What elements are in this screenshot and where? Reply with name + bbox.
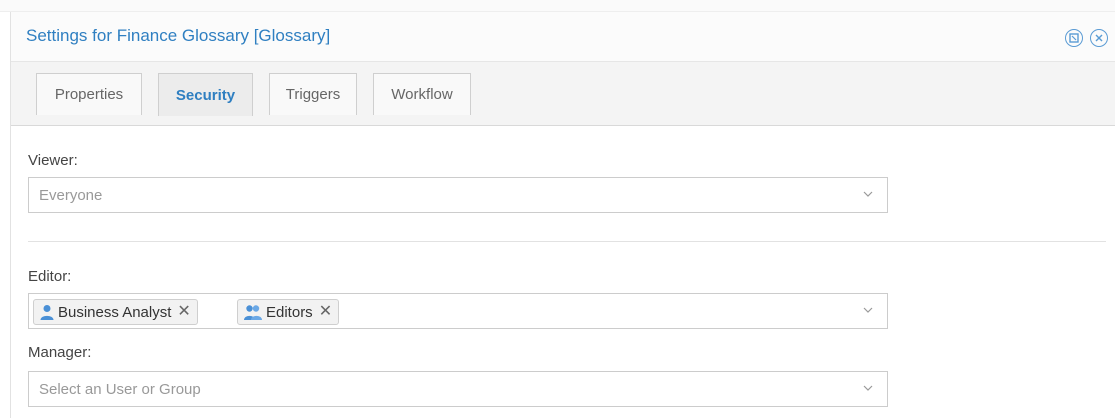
editor-label: Editor: (28, 268, 72, 285)
editor-select[interactable]: Business Analyst ✕ Editors ✕ (28, 293, 888, 329)
security-panel: Viewer: Everyone Editor: Business Analys… (11, 127, 1115, 418)
restore-button[interactable] (1065, 29, 1083, 47)
chevron-down-icon (863, 191, 873, 197)
close-icon (1095, 34, 1103, 42)
tab-label: Security (175, 86, 236, 104)
background-strip (0, 0, 1115, 12)
close-button[interactable] (1090, 29, 1108, 47)
group-icon (244, 305, 262, 320)
viewer-label: Viewer: (28, 152, 78, 169)
editor-chip-editors: Editors ✕ (237, 299, 340, 325)
chevron-down-icon (863, 385, 873, 391)
restore-icon (1069, 33, 1079, 43)
dialog-title: Settings for Finance Glossary [Glossary] (26, 26, 331, 45)
user-icon (40, 305, 54, 320)
chip-label: Editors (266, 303, 313, 321)
editor-chip-business-analyst: Business Analyst ✕ (33, 299, 198, 325)
tab-label: Workflow (391, 86, 453, 103)
viewer-select[interactable]: Everyone (28, 177, 888, 213)
manager-placeholder: Select an User or Group (39, 381, 201, 398)
tab-bar: Properties Security Triggers Workflow (11, 62, 1115, 126)
remove-chip-icon[interactable]: ✕ (319, 304, 332, 320)
manager-label: Manager: (28, 344, 92, 361)
manager-select[interactable]: Select an User or Group (28, 371, 888, 407)
tab-label: Triggers (285, 86, 341, 103)
dialog-titlebar: Settings for Finance Glossary [Glossary] (11, 12, 1115, 62)
tab-security[interactable]: Security (158, 73, 253, 116)
chevron-down-icon (863, 307, 873, 313)
remove-chip-icon[interactable]: ✕ (177, 304, 190, 320)
chip-label: Business Analyst (58, 303, 172, 321)
section-divider (28, 241, 1106, 242)
tab-properties[interactable]: Properties (36, 73, 142, 115)
tab-triggers[interactable]: Triggers (269, 73, 357, 115)
tab-label: Properties (54, 86, 124, 103)
settings-dialog: Settings for Finance Glossary [Glossary]… (10, 12, 1115, 418)
viewer-value: Everyone (39, 187, 103, 204)
tab-workflow[interactable]: Workflow (373, 73, 471, 115)
